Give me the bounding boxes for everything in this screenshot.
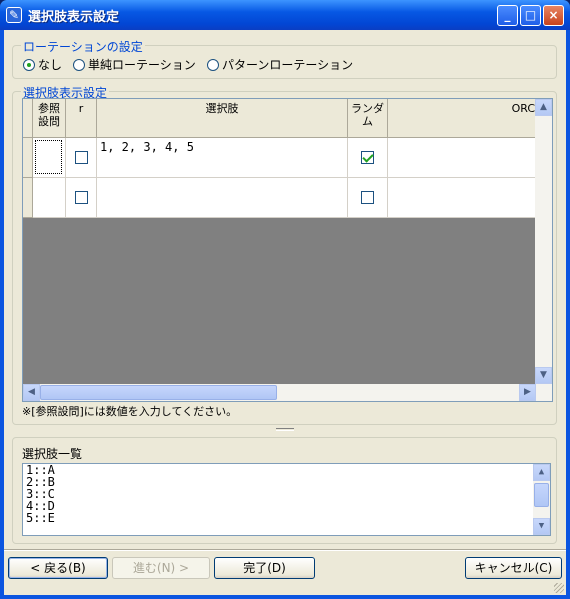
minimize-button[interactable]: _ <box>497 5 518 26</box>
radio-none[interactable]: なし <box>23 56 62 73</box>
title-bar[interactable]: ✎ 選択肢表示設定 _ □ × <box>0 0 570 30</box>
orc-cell[interactable] <box>388 138 538 178</box>
scroll-down-arrow-icon[interactable]: ▼ <box>535 367 552 384</box>
col-header-ref[interactable]: 参照 設問 <box>33 99 66 138</box>
col-header-orc[interactable]: ORC <box>388 99 538 138</box>
window-border-bottom <box>0 595 570 599</box>
cancel-button[interactable]: キャンセル(C) <box>465 557 562 579</box>
scroll-up-arrow-icon[interactable]: ▲ <box>535 99 552 116</box>
choices-cell[interactable] <box>97 178 348 218</box>
dialog-body: ローテーションの設定 なし 単純ローテーション パターンローテーション 選択肢表… <box>4 30 566 595</box>
r-checkbox[interactable] <box>75 191 88 204</box>
random-checkbox[interactable] <box>361 191 374 204</box>
orc-cell[interactable] <box>388 178 538 218</box>
close-button[interactable]: × <box>543 5 564 26</box>
footer-separator <box>4 549 566 551</box>
scroll-left-arrow-icon[interactable]: ◀ <box>23 384 40 401</box>
grid-vertical-scrollbar[interactable]: ▲ ▼ <box>535 99 552 384</box>
grid-horizontal-scrollbar[interactable]: ◀ ▶ <box>23 384 552 401</box>
radio-pattern-rotation-indicator[interactable] <box>207 58 219 71</box>
maximize-button[interactable]: □ <box>520 5 541 26</box>
radio-none-label: なし <box>38 58 63 72</box>
list-scroll-thumb[interactable] <box>534 483 549 507</box>
rotation-group-label: ローテーションの設定 <box>21 38 145 55</box>
list-scroll-down-icon[interactable]: ▼ <box>533 518 550 535</box>
window-border-right <box>566 30 570 599</box>
list-vertical-scrollbar[interactable]: ▲ ▼ <box>533 464 550 535</box>
window-border-left <box>0 30 4 599</box>
row-header[interactable] <box>23 138 33 178</box>
grid-corner <box>23 99 33 138</box>
back-button[interactable]: < 戻る(B) <box>8 557 108 579</box>
app-icon: ✎ <box>6 7 22 23</box>
ref-cell[interactable] <box>33 138 66 178</box>
radio-simple-rotation-indicator[interactable] <box>73 58 85 71</box>
r-cell[interactable] <box>66 138 97 178</box>
radio-pattern-rotation[interactable]: パターンローテーション <box>207 56 353 73</box>
r-checkbox[interactable] <box>75 151 88 164</box>
row-header[interactable] <box>23 178 33 218</box>
splitter-handle[interactable] <box>276 428 294 431</box>
choice-list-box[interactable]: 1::A 2::B 3::C 4::D 5::E ▲ ▼ <box>22 463 551 536</box>
radio-simple-rotation-label: 単純ローテーション <box>88 58 196 72</box>
random-cell[interactable] <box>348 178 388 218</box>
finish-button[interactable]: 完了(D) <box>214 557 315 579</box>
resize-grip-icon[interactable] <box>554 583 564 593</box>
random-checkbox[interactable] <box>361 151 374 164</box>
ref-cell[interactable] <box>33 178 66 218</box>
radio-simple-rotation[interactable]: 単純ローテーション <box>73 56 196 73</box>
window-title: 選択肢表示設定 <box>28 10 120 25</box>
choice-list-label: 選択肢一覧 <box>22 447 83 461</box>
focus-rect <box>35 140 62 174</box>
radio-none-indicator[interactable] <box>23 58 35 71</box>
next-button[interactable]: 進む(N) > <box>112 557 210 579</box>
list-item[interactable]: 4::D <box>23 500 550 512</box>
list-scroll-up-icon[interactable]: ▲ <box>533 464 550 481</box>
dialog-window: ✎ 選択肢表示設定 _ □ × ローテーションの設定 なし 単純ローテーション … <box>0 0 570 599</box>
choices-grid[interactable]: 参照 設問 r 選択肢 ランダム ORC 1, 2, 3, 4, 5 ▲ ▼ ◀… <box>22 98 553 402</box>
rotation-group: ローテーションの設定 なし 単純ローテーション パターンローテーション <box>12 38 557 79</box>
radio-pattern-rotation-label: パターンローテーション <box>222 58 354 72</box>
list-item[interactable]: 2::B <box>23 476 550 488</box>
list-item[interactable]: 3::C <box>23 488 550 500</box>
input-note: ※[参照設問]には数値を入力してください。 <box>22 405 238 418</box>
r-cell[interactable] <box>66 178 97 218</box>
random-cell[interactable] <box>348 138 388 178</box>
list-item[interactable]: 1::A <box>23 464 550 476</box>
col-header-random[interactable]: ランダム <box>348 99 388 138</box>
choices-cell[interactable]: 1, 2, 3, 4, 5 <box>97 138 348 178</box>
col-header-r[interactable]: r <box>66 99 97 138</box>
col-header-choices[interactable]: 選択肢 <box>97 99 348 138</box>
horizontal-scroll-thumb[interactable] <box>40 385 277 400</box>
list-item[interactable]: 5::E <box>23 512 550 524</box>
scroll-right-arrow-icon[interactable]: ▶ <box>519 384 536 401</box>
